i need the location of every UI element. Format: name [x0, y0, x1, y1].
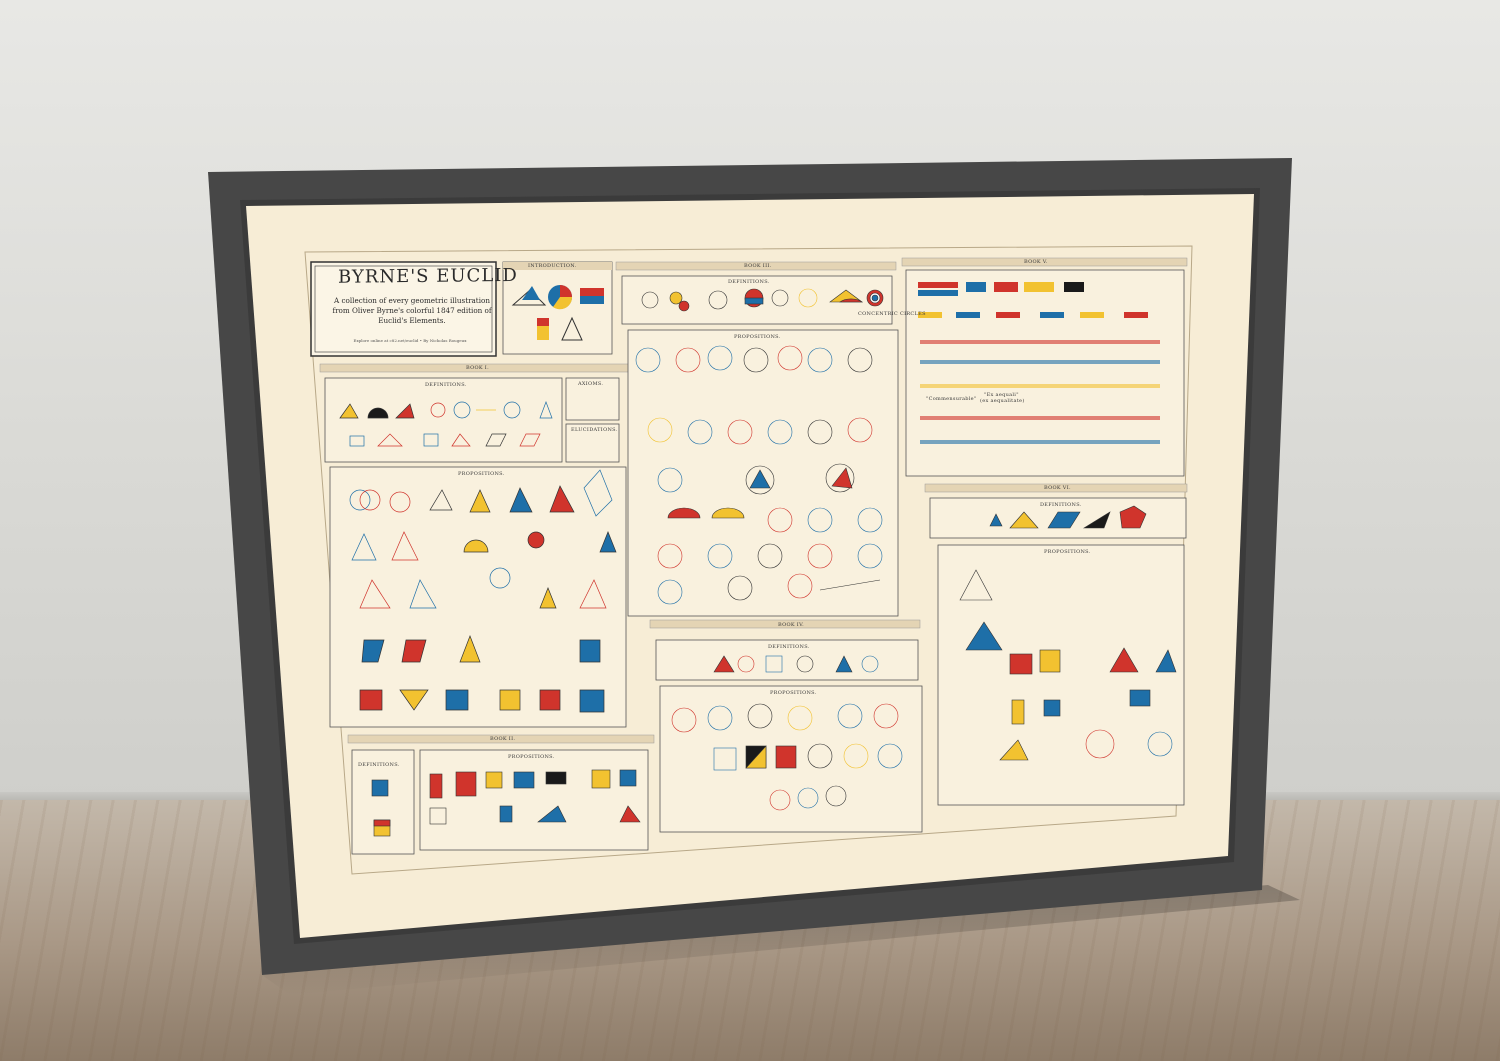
poster-subtitle-line-2: from Oliver Byrne's colorful 1847 editio…	[332, 306, 492, 315]
book1-definitions-panel	[324, 377, 563, 463]
label-book3-propositions: PROPOSITIONS.	[734, 334, 781, 340]
book2-propositions-panel	[419, 749, 649, 851]
poster-credit: Explore online at c82.net/euclid • By Ni…	[353, 338, 467, 343]
label-book6: BOOK VI.	[1044, 485, 1071, 491]
label-book3: BOOK III.	[744, 263, 772, 269]
introduction-panel	[502, 261, 613, 355]
poster-frame	[208, 158, 1300, 995]
label-book1-propositions: PROPOSITIONS.	[458, 471, 505, 477]
quote-commensurable: "Commensurable"	[926, 396, 977, 402]
book5-panel	[905, 269, 1185, 477]
label-book4-definitions: DEFINITIONS.	[768, 644, 810, 650]
poster-subtitle-line-3: Euclid's Elements.	[378, 316, 446, 325]
poster-subtitle-line-1: A collection of every geometric illustra…	[334, 296, 490, 305]
label-book6-propositions: PROPOSITIONS.	[1044, 549, 1091, 555]
poster-subtitle: A collection of every geometric illustra…	[322, 296, 502, 326]
label-book5: BOOK V.	[1024, 259, 1048, 265]
label-book4-propositions: PROPOSITIONS.	[770, 690, 817, 696]
label-book2-propositions: PROPOSITIONS.	[508, 754, 555, 760]
poster-title: BYRNE'S EUCLID	[338, 264, 518, 288]
book3-propositions-panel	[627, 329, 899, 617]
label-book2-definitions: DEFINITIONS.	[358, 762, 400, 768]
label-book3-concentric: CONCENTRIC CIRCLES	[858, 311, 926, 317]
quote-ex-aequalitate: (ex aequalitate)	[980, 398, 1025, 404]
label-book6-definitions: DEFINITIONS.	[1040, 502, 1082, 508]
label-introduction: INTRODUCTION.	[528, 263, 577, 269]
label-book1-elucidations: ELUCIDATIONS.	[571, 427, 618, 433]
label-book3-definitions: DEFINITIONS.	[728, 279, 770, 285]
label-book1-definitions: DEFINITIONS.	[425, 382, 467, 388]
label-book4: BOOK IV.	[778, 622, 804, 628]
label-book1-axioms: AXIOMS.	[578, 381, 604, 387]
label-book2: BOOK II.	[490, 736, 516, 742]
label-book1: BOOK I.	[466, 365, 489, 371]
book6-propositions-panel	[937, 544, 1185, 806]
